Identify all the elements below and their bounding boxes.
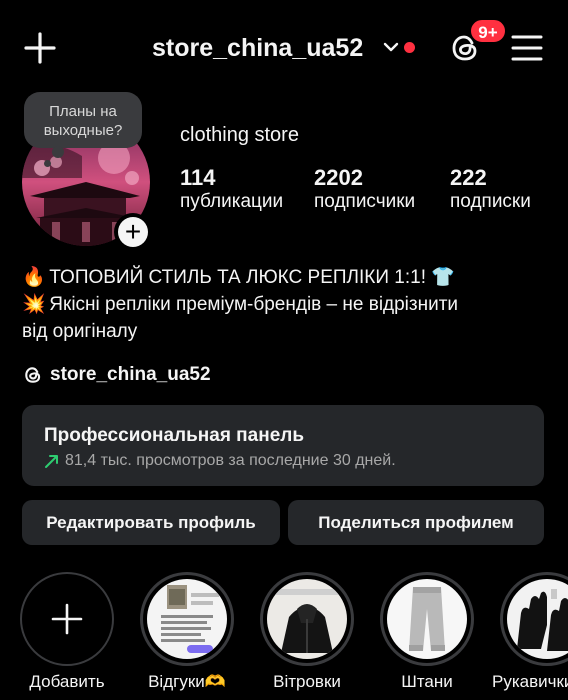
professional-dashboard-title: Профессиональная панель (44, 425, 305, 446)
threads-profile-link[interactable]: store_china_ua52 (22, 364, 211, 386)
stat-following[interactable]: 222 подписки (450, 165, 531, 213)
professional-dashboard-card[interactable]: Профессиональная панель 81,4 тыс. просмо… (22, 405, 544, 486)
bio-line-2-text: Якісні репліки преміум-брендів – не відр… (49, 294, 459, 315)
highlight-gloves[interactable]: Рукавички (492, 572, 568, 692)
fire-emoji: 🔥 (22, 267, 46, 288)
collision-emoji: 💥 (22, 294, 46, 315)
highlight-label: Відгуки🫶 (148, 672, 226, 691)
note-bubble[interactable]: Планы на выходные? (24, 92, 142, 148)
unread-dot (404, 42, 415, 53)
stat-followers[interactable]: 2202 подписчики (314, 165, 415, 213)
highlight-label: Добавить (29, 672, 105, 691)
chevron-down-icon[interactable] (383, 41, 399, 53)
stat-posts[interactable]: 114 публикации (180, 165, 283, 213)
bio-line-3: від оригіналу (22, 321, 138, 342)
highlight-label: Вітровки (273, 672, 341, 691)
highlight-jackets-circle (260, 572, 354, 666)
highlight-pants-circle (380, 572, 474, 666)
highlight-jackets[interactable]: Вітровки (260, 572, 354, 692)
threads-icon (25, 367, 41, 383)
notification-badge: 9+ (469, 18, 507, 44)
stat-posts-count: 114 (180, 165, 216, 190)
professional-dashboard-stats: 81,4 тыс. просмотров за последние 30 дне… (44, 452, 396, 470)
bio-line-1-text: ТОПОВИЙ СТИЛЬ ТА ЛЮКС РЕПЛІКИ 1:1! (49, 267, 426, 288)
highlight-pants[interactable]: Штани (380, 572, 474, 692)
stat-followers-label: подписчики (314, 191, 416, 212)
highlight-label: Рукавички (492, 672, 568, 691)
add-story-button[interactable]: + (114, 213, 152, 251)
plus-icon (51, 603, 83, 635)
plus-icon: + (118, 217, 148, 247)
shirt-emoji: 👕 (431, 267, 455, 288)
highlight-new-circle (20, 572, 114, 666)
trend-up-arrow-icon (45, 455, 58, 468)
profile-full-name: clothing store (180, 124, 299, 146)
profile-bio: 🔥 ТОПОВИЙ СТИЛЬ ТА ЛЮКС РЕПЛІКИ 1:1! 👕 💥… (22, 264, 552, 345)
highlight-gloves-circle (500, 572, 568, 666)
menu-icon[interactable] (510, 32, 544, 64)
account-username-switcher[interactable]: store_china_ua52 (152, 34, 363, 63)
share-profile-button[interactable]: Поделиться профилем (288, 500, 544, 545)
stat-posts-label: публикации (180, 191, 284, 212)
stat-following-label: подписки (450, 191, 531, 212)
threads-handle: store_china_ua52 (50, 364, 211, 385)
highlight-reviews-circle (140, 572, 234, 666)
gloves-photo-thumbnail (507, 579, 568, 659)
jacket-photo-thumbnail (267, 579, 347, 659)
highlight-reviews[interactable]: Відгуки🫶 (140, 572, 234, 692)
professional-dashboard-subtitle: 81,4 тыс. просмотров за последние 30 дне… (65, 452, 396, 469)
bio-line-2: 💥 Якісні репліки преміум-брендів – не ві… (22, 291, 552, 318)
stat-following-count: 222 (450, 165, 487, 190)
create-plus-icon[interactable] (22, 30, 58, 66)
edit-profile-button[interactable]: Редактировать профиль (22, 500, 280, 545)
chat-screenshot-thumbnail (147, 579, 227, 659)
highlight-label: Штани (401, 672, 453, 691)
note-bubble-tail (52, 146, 64, 158)
stat-followers-count: 2202 (314, 165, 363, 190)
highlight-new[interactable]: Добавить (20, 572, 114, 692)
pants-photo-thumbnail (387, 579, 467, 659)
note-bubble-tail-small (44, 160, 51, 167)
bio-line-1: 🔥 ТОПОВИЙ СТИЛЬ ТА ЛЮКС РЕПЛІКИ 1:1! 👕 (22, 264, 552, 291)
